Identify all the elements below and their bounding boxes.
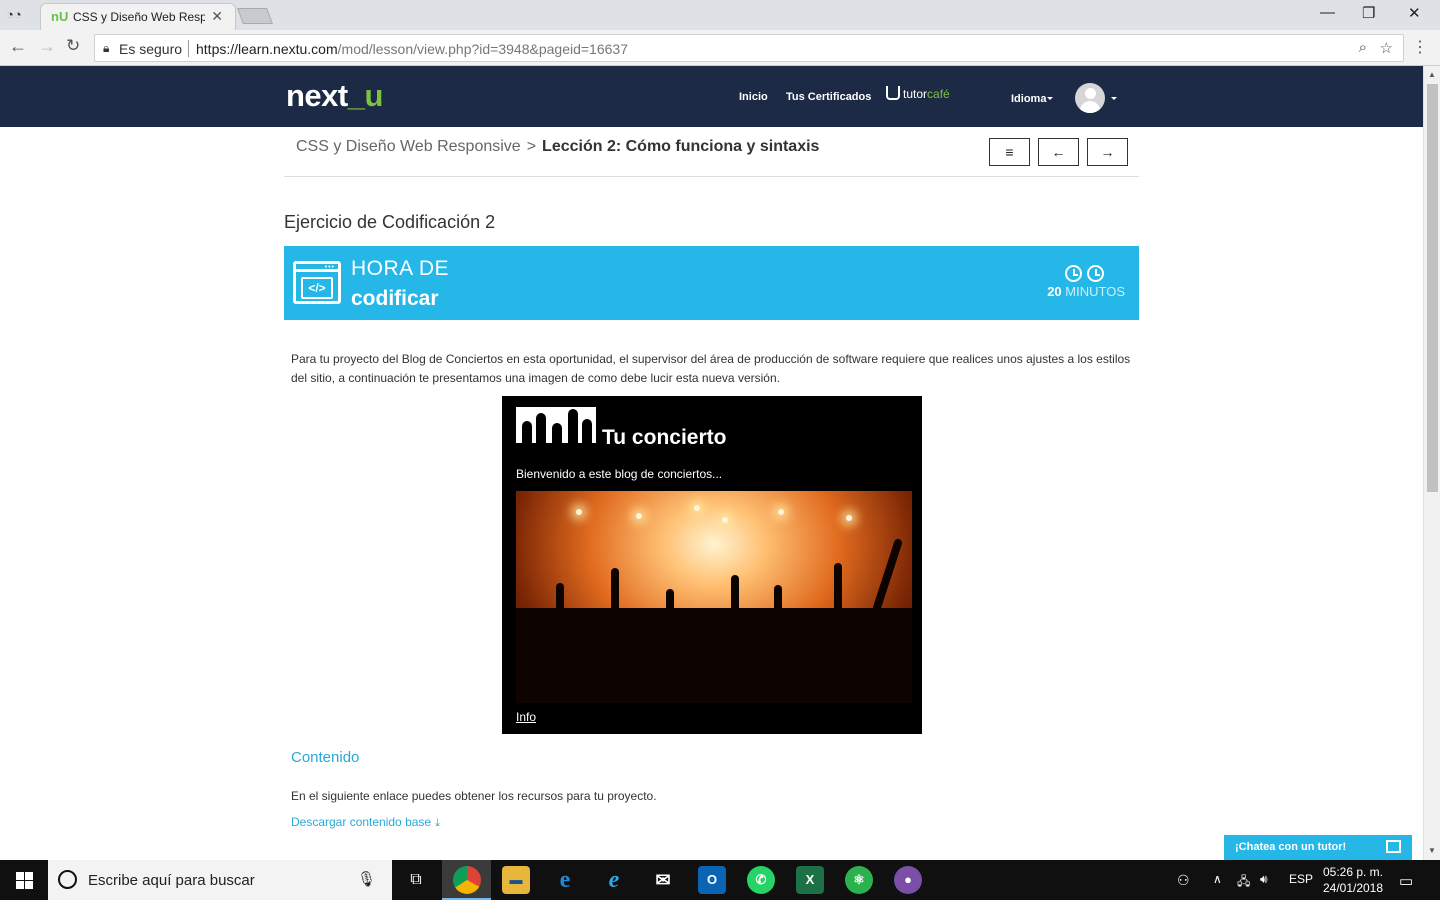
address-bar[interactable]: 🔒︎ Es seguro https://learn.nextu.com/mod… <box>94 34 1404 62</box>
nav-certificados[interactable]: Tus Certificados <box>786 91 871 103</box>
lesson-menu-button[interactable]: ≡ <box>989 138 1030 166</box>
download-icon: ⤓ <box>435 817 440 829</box>
page-scrollbar[interactable]: ▲ ▼ <box>1423 66 1440 860</box>
taskbar-clock[interactable]: 05:26 p. m. 24/01/2018 <box>1318 864 1388 896</box>
task-view-icon[interactable]: ⧉ <box>402 866 430 894</box>
edge-icon[interactable]: e <box>551 866 579 894</box>
outlook-icon[interactable]: O <box>698 866 726 894</box>
url-text[interactable]: https://learn.nextu.com/mod/lesson/view.… <box>196 41 628 57</box>
chat-window-icon <box>1386 840 1401 853</box>
atom-icon[interactable]: ⚛ <box>845 866 873 894</box>
content-heading: Contenido <box>291 749 360 766</box>
language-dropdown[interactable]: Idioma <box>1011 93 1046 105</box>
scroll-down-icon[interactable]: ▼ <box>1428 846 1436 855</box>
avatar-body <box>1080 101 1100 113</box>
zoom-icon[interactable]: ⌕ <box>1359 39 1367 56</box>
clock-icon <box>1065 265 1082 282</box>
windows-taskbar: Escribe aquí para buscar 🎙︎ ⧉ ▬ e e ✉ O … <box>0 860 1440 900</box>
bookmark-star-icon[interactable]: ☆ <box>1380 39 1393 57</box>
tutorcafe-link[interactable]: tutorcafé <box>886 86 950 101</box>
input-language[interactable]: ESP <box>1289 872 1313 886</box>
preview-title: Tu concierto <box>602 426 727 449</box>
tab-close-icon[interactable]: ✕ <box>211 8 223 25</box>
tray-expand-icon[interactable]: ∧ <box>1213 872 1222 886</box>
reload-icon[interactable]: ↻ <box>66 36 80 56</box>
crowd-logo-image <box>516 407 596 443</box>
address-separator <box>188 40 189 57</box>
whatsapp-icon[interactable]: ✆ <box>747 866 775 894</box>
next-page-button[interactable]: → <box>1087 138 1128 166</box>
windows-start-icon[interactable] <box>16 872 33 889</box>
clock-icon <box>1087 265 1104 282</box>
breadcrumb: CSS y Diseño Web Responsive > Lección 2: C… <box>296 138 819 156</box>
notifications-icon[interactable]: ▭ <box>1399 872 1413 890</box>
breadcrumb-lesson: Lección 2: Cómo funciona y sintaxis <box>542 138 820 155</box>
intro-paragraph: Para tu proyecto del Blog de Conciertos … <box>291 352 1131 385</box>
browser-tab[interactable]: nU CSS y Diseño Web Respo ✕ <box>40 3 236 30</box>
taskbar-search-placeholder: Escribe aquí para buscar <box>88 872 255 889</box>
banner-title-line1: HORA DE <box>351 257 450 280</box>
back-icon[interactable]: ← <box>9 36 27 57</box>
language-caret-icon <box>1047 97 1053 100</box>
scroll-up-icon[interactable]: ▲ <box>1428 70 1436 79</box>
app-icon[interactable]: ● <box>894 866 922 894</box>
chat-with-tutor-button[interactable]: ¡Chatea con un tutor! <box>1224 835 1412 860</box>
new-tab-button[interactable] <box>237 8 273 24</box>
window-close-icon[interactable]: ✕ <box>1408 4 1421 22</box>
people-icon[interactable]: ⚇ <box>1177 872 1190 889</box>
coffee-cup-icon <box>886 86 900 100</box>
minimize-icon[interactable]: — <box>1320 4 1335 21</box>
network-icon[interactable]: 🖧︎ <box>1237 872 1250 893</box>
duration-label: 20 MINUTOS <box>1047 284 1125 299</box>
volume-icon[interactable]: 🔊︎ <box>1260 872 1268 887</box>
nav-inicio[interactable]: Inicio <box>739 91 768 103</box>
cortana-icon <box>58 870 77 889</box>
microphone-icon[interactable]: 🎙︎ <box>357 870 376 888</box>
file-explorer-icon[interactable]: ▬ <box>502 866 530 894</box>
page-title: Ejercicio de Codificación 2 <box>284 212 496 232</box>
lock-icon: 🔒︎ <box>103 41 110 55</box>
breadcrumb-course[interactable]: CSS y Diseño Web Responsive <box>296 138 521 155</box>
browser-toolbar: ← → ↻ 🔒︎ Es seguro https://learn.nextu.c… <box>0 30 1440 66</box>
nextu-favicon-icon: nU <box>51 9 69 24</box>
excel-icon[interactable]: X <box>796 866 824 894</box>
internet-explorer-icon[interactable]: e <box>600 866 628 894</box>
breadcrumb-divider <box>284 176 1139 177</box>
browser-tab-strip: ◔◔ nU CSS y Diseño Web Respo ✕ — ❐ ✕ <box>0 0 1440 30</box>
concert-blog-preview-image: Tu concierto Bienvenido a este blog de c… <box>502 396 922 734</box>
user-menu-caret-icon[interactable] <box>1111 97 1117 100</box>
code-window-icon: ••• </> <box>293 261 341 304</box>
breadcrumb-separator: > <box>526 138 537 155</box>
avatar-head <box>1085 88 1096 99</box>
user-avatar[interactable] <box>1075 83 1105 113</box>
resource-paragraph: En el siguiente enlace puedes obtener lo… <box>291 789 657 803</box>
coding-time-banner: ••• </> HORA DE codificar 20 MINUTOS <box>284 246 1139 320</box>
restore-icon[interactable]: ❐ <box>1362 4 1375 22</box>
browser-menu-icon[interactable]: ⋮ <box>1412 37 1428 57</box>
security-label: Es seguro <box>119 41 183 57</box>
incognito-icon: ◔◔ <box>6 7 22 22</box>
forward-icon[interactable]: → <box>38 36 56 57</box>
preview-welcome: Bienvenido a este blog de conciertos... <box>516 467 723 481</box>
previous-page-button[interactable]: ← <box>1038 138 1079 166</box>
banner-title-line2: codificar <box>351 287 439 310</box>
chrome-icon[interactable] <box>453 866 481 894</box>
site-header: next_u Inicio Tus Certificados tutorcafé… <box>0 66 1423 127</box>
taskbar-search[interactable]: Escribe aquí para buscar 🎙︎ <box>48 860 392 900</box>
concert-photo <box>516 491 912 703</box>
mail-icon[interactable]: ✉ <box>649 866 677 894</box>
nextu-logo[interactable]: next_u <box>286 78 383 114</box>
preview-info-link: Info <box>516 710 537 724</box>
download-base-content-link[interactable]: Descargar contenido base ⤓ <box>291 815 440 830</box>
tab-title: CSS y Diseño Web Respo <box>73 10 205 24</box>
scroll-thumb[interactable] <box>1427 84 1438 492</box>
